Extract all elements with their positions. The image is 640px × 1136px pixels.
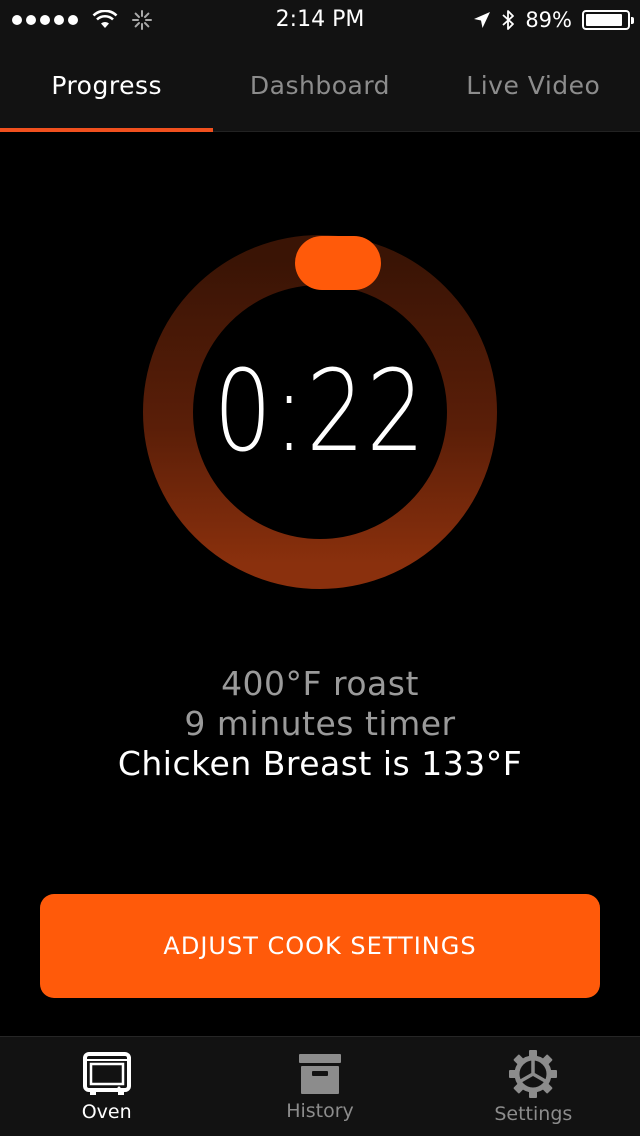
status-right: 89%	[473, 0, 634, 40]
adjust-cook-settings-button[interactable]: ADJUST COOK SETTINGS	[40, 894, 600, 998]
battery-percent: 89%	[525, 8, 572, 32]
timer-ring: 0:22	[140, 232, 500, 592]
tab-live-video[interactable]: Live Video	[427, 40, 640, 131]
location-arrow-icon	[474, 12, 491, 28]
cook-info: 400°F roast 9 minutes timer Chicken Brea…	[0, 664, 640, 784]
tab-progress[interactable]: Progress	[0, 40, 214, 132]
battery-level	[586, 14, 622, 26]
bluetooth-icon	[502, 10, 515, 30]
bottom-nav: Oven History Settings	[0, 1036, 640, 1136]
nav-item-settings[interactable]: Settings	[427, 1037, 640, 1136]
nav-label-oven: Oven	[81, 1100, 132, 1123]
nav-label-settings: Settings	[494, 1102, 573, 1125]
nav-item-oven[interactable]: Oven	[0, 1037, 213, 1136]
archive-box-icon	[298, 1053, 341, 1094]
cook-timer: 9 minutes timer	[184, 704, 456, 743]
status-bar: 2:14 PM 89%	[0, 0, 640, 40]
probe-temperature: Chicken Breast is 133°F	[117, 744, 523, 783]
tab-dashboard[interactable]: Dashboard	[213, 40, 426, 131]
gear-icon	[509, 1049, 558, 1098]
battery-icon	[582, 10, 634, 30]
app-screen: 2:14 PM 89% Progress Dashboard Live Vide…	[0, 0, 640, 1136]
nav-label-history: History	[286, 1099, 354, 1122]
top-tab-bar: Progress Dashboard Live Video	[0, 40, 640, 132]
timer-display: 0:22	[213, 347, 427, 477]
cook-mode: 400°F roast	[221, 664, 419, 703]
oven-icon	[82, 1051, 131, 1095]
nav-item-history[interactable]: History	[213, 1037, 426, 1136]
